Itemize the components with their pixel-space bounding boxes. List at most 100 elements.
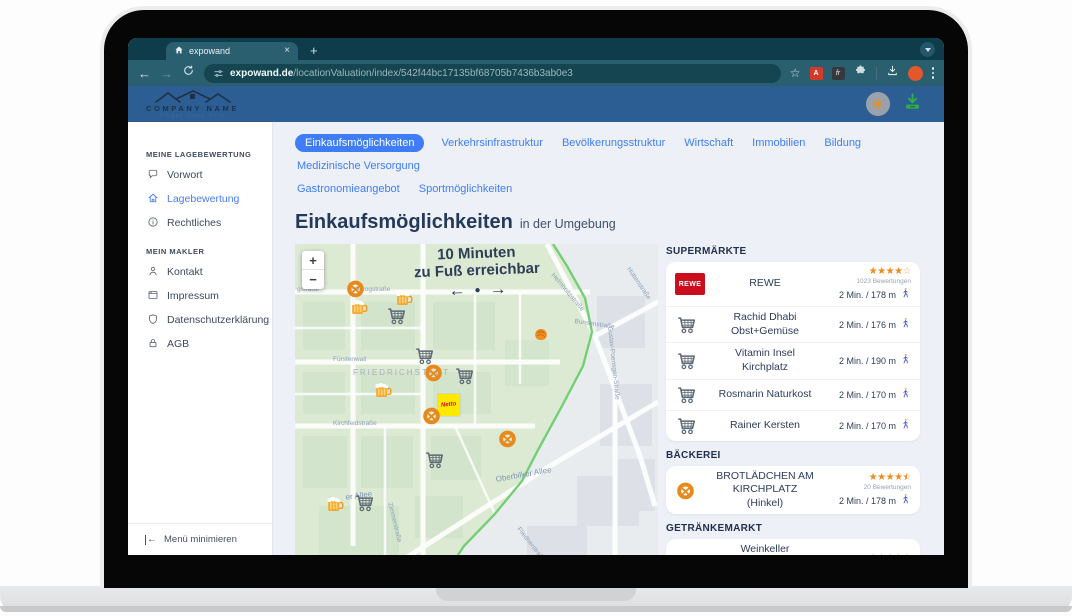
forward-button[interactable]: → [160,67,173,80]
new-tab-button[interactable]: + [310,44,318,57]
sidebar-item-impressum[interactable]: Impressum [128,284,272,308]
list-item-vitamin-insel-kirchplatz[interactable]: Vitamin Insel Kirchplatz2 Min. / 190 m [666,342,920,378]
laptop-bottom-edge [0,606,1072,612]
list-item-brotlädchen-am-kirchplatz-hinkel-[interactable]: BROTLÄDCHEN AM KIRCHPLATZ (Hinkel)★★★★★☆… [666,466,920,515]
place-name: Weinkeller Düsseldorf, Mövenpick Wein & … [711,543,819,555]
sidebar-item-label: Datenschutzerklärung [167,314,269,326]
extensions-puzzle-icon[interactable] [854,64,867,82]
distance-text: 2 Min. / 170 m [839,421,896,431]
map-marker-cart-icon[interactable] [353,492,375,519]
sidebar-item-vorwort[interactable]: Vorwort [128,163,272,187]
tab-medizinische-versorgung[interactable]: Medizinische Versorgung [295,157,422,175]
site-settings-icon [213,68,224,79]
map-marker-pretzel-icon[interactable] [423,362,444,388]
bookmark-star-icon[interactable]: ☆ [790,66,801,80]
listings-panel: SUPERMÄRKTEREWEREWE★★★★☆1023 Bewertungen… [666,244,920,555]
reload-button[interactable] [182,64,195,82]
map-zoom-control: + − [302,251,324,289]
map-marker-beer-icon[interactable] [373,380,393,405]
walking-person-icon [900,287,911,302]
browser-tabstrip: expowand × + [128,38,944,60]
home-icon [147,192,159,207]
list-item-rachid-dhabi-obst-gemüse[interactable]: Rachid Dhabi Obst+Gemüse2 Min. / 176 m [666,306,920,342]
user-avatar[interactable] [866,92,890,116]
tab-immobilien[interactable]: Immobilien [750,134,807,152]
rewe-logo-icon: REWE [675,273,711,295]
cart-icon [675,384,711,406]
tab-search-chevron-button[interactable] [920,42,935,57]
map-marker-pretzel-icon[interactable] [421,405,442,431]
pretzel-icon [675,480,711,501]
walking-person-icon [900,493,911,508]
list-item-rainer-kersten[interactable]: Rainer Kersten2 Min. / 170 m [666,410,920,441]
window-icon [147,289,159,304]
sidebar-section-title: MEINE LAGEBEWERTUNG [128,138,272,163]
laptop-base [0,586,1072,612]
tab-sportmöglichkeiten[interactable]: Sportmöglichkeiten [417,180,515,198]
content-area: Einkaufsmöglichkeiten Verkehrsinfrastrukt… [273,122,944,555]
company-logo[interactable]: COMPANY NAME Slogan Goes Here [146,90,239,119]
sidebar-item-label: AGB [167,338,189,350]
fr-extension-icon[interactable]: fr [832,67,845,80]
sidebar-item-agb[interactable]: AGB [128,332,272,356]
distance-text: 2 Min. / 178 m [839,290,896,300]
sidebar-item-lagebewertung[interactable]: Lagebewertung [128,187,272,211]
page-subtitle: in der Umgebung [520,217,616,231]
roofline-icon [154,90,232,103]
list-item-weinkeller-düsseldorf-mövenpick-wein-co-[interactable]: Weinkeller Düsseldorf, Mövenpick Wein & … [666,539,920,555]
rating-stars: ★★★★★☆ [819,553,911,555]
listing-card: REWEREWE★★★★☆1023 Bewertungen2 Min. / 17… [666,262,920,441]
tab-gastronomieangebot[interactable]: Gastronomieangebot [295,180,402,198]
map[interactable]: + − 10 Minuten zu Fuß erreichbar ←●→ gst… [295,244,658,555]
map-marker-pretzel-icon[interactable] [497,428,518,454]
sidebar-item-label: Rechtliches [167,217,221,229]
sidebar-item-datenschutzerklärung[interactable]: Datenschutzerklärung [128,308,272,332]
listing-card: BROTLÄDCHEN AM KIRCHPLATZ (Hinkel)★★★★★☆… [666,466,920,515]
map-marker-beer-icon[interactable] [349,297,369,322]
map-marker-beer-icon[interactable] [325,494,345,519]
distance-text: 2 Min. / 190 m [839,356,896,366]
browser-window: expowand × + ← → expowand.de/locationVal… [128,38,944,555]
sidebar-item-rechtliches[interactable]: Rechtliches [128,211,272,235]
tab-einkaufsmöglichkeiten[interactable]: Einkaufsmöglichkeiten [295,134,424,152]
browser-profile-avatar[interactable] [908,66,923,81]
sidebar-item-label: Impressum [167,290,219,302]
download-report-button[interactable] [903,92,922,116]
site-page: COMPANY NAME Slogan Goes Here MEINE LAGE… [128,86,944,555]
back-button[interactable]: ← [138,67,151,80]
listing-section-title: BÄCKEREI [666,450,920,461]
tab-wirtschaft[interactable]: Wirtschaft [682,134,735,152]
browser-toolbar: ← → expowand.de/locationValuation/index/… [128,60,944,86]
list-item-rewe[interactable]: REWEREWE★★★★☆1023 Bewertungen2 Min. / 17… [666,262,920,306]
collapse-menu-button[interactable]: ← Menü minimieren [128,523,272,555]
map-marker-cart-icon[interactable] [385,305,407,332]
tab-close-icon[interactable]: × [284,46,290,56]
zoom-in-button[interactable]: + [302,251,324,270]
page-title-row: Einkaufsmöglichkeiten in der Umgebung [295,211,920,234]
review-count: 20 Bewertungen [819,484,911,491]
tab-bildung[interactable]: Bildung [822,134,863,152]
downloads-icon[interactable] [886,64,899,82]
sidebar-item-label: Lagebewertung [167,193,239,205]
review-count: 1023 Bewertungen [819,278,911,285]
pdf-extension-icon[interactable]: A [810,67,823,80]
sidebar-item-kontakt[interactable]: Kontakt [128,260,272,284]
rating-stars: ★★★★☆ [819,266,911,277]
tab-verkehrsinfrastruktur[interactable]: Verkehrsinfrastruktur [439,134,544,152]
shield-icon [147,313,159,328]
tab-title: expowand [189,46,279,56]
map-marker-cart-icon[interactable] [423,449,445,476]
person-icon [147,265,159,280]
map-marker-pretzel-icon[interactable] [381,554,402,555]
list-item-rosmarin-naturkost[interactable]: Rosmarin Naturkost2 Min. / 170 m [666,379,920,410]
tab-bevölkerungsstruktur[interactable]: Bevölkerungsstruktur [560,134,667,152]
address-bar[interactable]: expowand.de/locationValuation/index/542f… [204,64,781,83]
logo-slogan: Slogan Goes Here [159,113,226,119]
map-marker-bread-icon[interactable] [531,324,551,349]
zoom-out-button[interactable]: − [302,270,324,289]
browser-tab[interactable]: expowand × [166,42,298,60]
map-marker-cart-icon[interactable] [453,365,475,392]
laptop-mockup: expowand × + ← → expowand.de/locationVal… [0,0,1072,616]
laptop-notch [436,586,636,601]
browser-menu-icon[interactable] [932,67,935,79]
